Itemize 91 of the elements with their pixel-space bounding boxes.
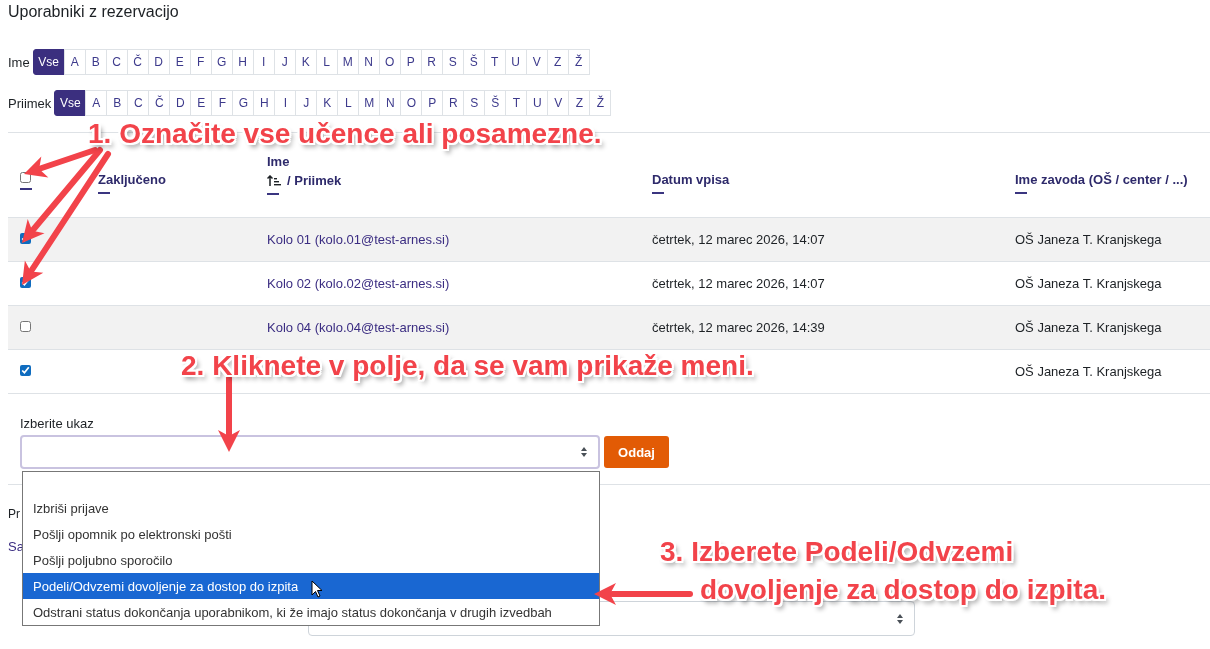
table-cell: četrtek, 12 marec 2026, 14:07 — [652, 232, 825, 247]
select-all-checkbox[interactable] — [20, 171, 31, 183]
table-cell: četrtek, 12 marec 2026, 14:07 — [652, 276, 825, 291]
select-arrows-icon — [896, 612, 904, 625]
letter-filter-button[interactable]: A — [85, 90, 108, 116]
letter-filter-button[interactable]: T — [505, 90, 528, 116]
letter-filter-button[interactable]: Vse — [54, 90, 87, 116]
letter-filter-button[interactable]: E — [168, 49, 191, 75]
letter-filter-button[interactable]: C — [127, 90, 150, 116]
letter-filter-button[interactable]: V — [547, 90, 570, 116]
mouse-cursor-icon — [311, 580, 323, 598]
letter-filter-button[interactable]: G — [210, 49, 233, 75]
letter-filter-button[interactable]: Š — [462, 49, 485, 75]
letter-filter-button[interactable]: I — [252, 49, 275, 75]
letter-filter-button[interactable]: Č — [126, 49, 149, 75]
letter-filter-button[interactable]: O — [378, 49, 401, 75]
letter-filter-button[interactable]: G — [232, 90, 255, 116]
field-label: Izberite ukaz — [20, 416, 94, 431]
letter-filter-button[interactable]: D — [147, 49, 170, 75]
section-heading: Pr — [8, 507, 20, 521]
letter-filter-button[interactable]: K — [294, 49, 317, 75]
letter-filter-button[interactable]: M — [336, 49, 359, 75]
letter-filter-button[interactable]: L — [337, 90, 360, 116]
column-header-link[interactable]: / Priimek — [287, 173, 342, 188]
page-title: Uporabniki z rezervacijo — [8, 2, 179, 22]
letter-filter-button[interactable]: Ž — [567, 49, 590, 75]
letter-filter-button[interactable]: P — [421, 90, 444, 116]
letter-filter-button[interactable]: N — [357, 49, 380, 75]
letter-filter-button[interactable]: C — [105, 49, 128, 75]
column-header-link[interactable]: Ime zavoda (OŠ / center / ...) — [1015, 171, 1188, 187]
letter-filter-button[interactable]: D — [169, 90, 192, 116]
letter-filter-button[interactable]: Ž — [589, 90, 612, 116]
letter-filter-button[interactable]: P — [399, 49, 422, 75]
column-header-link[interactable]: Zaključeno — [98, 171, 166, 187]
letter-filter-button[interactable]: R — [420, 49, 443, 75]
column-header-link[interactable]: Ime — [267, 154, 652, 169]
row-checkbox[interactable] — [20, 365, 31, 376]
letter-filter-button[interactable]: S — [463, 90, 486, 116]
letter-filter-button[interactable]: Z — [568, 90, 591, 116]
submit-button[interactable]: Oddaj — [604, 436, 669, 468]
dropdown-option[interactable]: Pošlji opomnik po elektronski pošti — [23, 521, 599, 547]
letter-filter-button[interactable]: J — [273, 49, 296, 75]
letter-filter-button[interactable]: T — [483, 49, 506, 75]
collapse-icon[interactable] — [267, 192, 279, 196]
letter-filter-button[interactable]: O — [400, 90, 423, 116]
letter-filter-button[interactable]: L — [315, 49, 338, 75]
filter-label: Ime — [8, 54, 30, 70]
annotation-text: 3. Izberete Podeli/Odvzemi — [660, 536, 1014, 568]
letter-filter-button[interactable]: H — [231, 49, 254, 75]
dropdown-option[interactable]: Pošlji poljubno sporočilo — [23, 547, 599, 573]
user-link[interactable]: Kolo 01 (kolo.01@test-arnes.si) — [267, 232, 450, 247]
letter-filter-button[interactable]: J — [295, 90, 318, 116]
row-checkbox[interactable] — [20, 321, 31, 332]
row-checkbox[interactable] — [20, 233, 31, 244]
letter-filter-button[interactable]: F — [211, 90, 234, 116]
dropdown-option[interactable]: Odstrani status dokončanja uporabnikom, ki že imajo status dokončanja v drugih izvedbah — [23, 599, 599, 625]
column-header-link[interactable]: Datum vpisa — [652, 171, 730, 187]
select-arrows-icon — [580, 446, 588, 458]
table-cell: OŠ Janeza T. Kranjskega — [1015, 276, 1162, 291]
user-link[interactable]: Kolo 02 (kolo.02@test-arnes.si) — [267, 276, 450, 291]
annotation-text: 1. Označite vse učence ali posamezne. — [88, 118, 602, 150]
user-link[interactable]: Kolo 04 (kolo.04@test-arnes.si) — [267, 320, 450, 335]
filter-label: Priimek — [8, 95, 52, 111]
letter-filter-button[interactable]: Z — [546, 49, 569, 75]
letter-filter-button[interactable]: I — [274, 90, 297, 116]
letter-filter-button[interactable]: U — [504, 49, 527, 75]
letter-filter-button[interactable]: B — [84, 49, 107, 75]
letter-filter-button[interactable]: H — [253, 90, 276, 116]
table-cell: OŠ Janeza T. Kranjskega — [1015, 320, 1162, 335]
letter-filter-button[interactable]: Š — [484, 90, 507, 116]
letter-filter-button[interactable]: Č — [148, 90, 171, 116]
letter-filter-button[interactable]: N — [379, 90, 402, 116]
row-checkbox[interactable] — [20, 277, 31, 288]
letter-filter-button[interactable]: F — [189, 49, 212, 75]
letter-filter-button[interactable]: E — [190, 90, 213, 116]
dropdown-option[interactable]: Podeli/Odvzemi dovoljenje za dostop do izpita — [23, 573, 599, 599]
table-cell: OŠ Janeza T. Kranjskega — [1015, 232, 1162, 247]
letter-filter-button[interactable]: S — [441, 49, 464, 75]
letter-filter-button[interactable]: M — [358, 90, 381, 116]
table-cell: OŠ Janeza T. Kranjskega — [1015, 364, 1162, 379]
letter-filter-button[interactable]: Vse — [32, 49, 65, 75]
annotation-text: dovoljenje za dostop do izpita. — [700, 574, 1106, 606]
letter-filter-button[interactable]: B — [106, 90, 129, 116]
letter-filter-button[interactable]: K — [316, 90, 339, 116]
letter-filter-button[interactable]: R — [442, 90, 465, 116]
table-cell: četrtek, 12 marec 2026, 14:39 — [652, 320, 825, 335]
letter-filter-button[interactable]: U — [526, 90, 549, 116]
dropdown-option[interactable]: Izbriši prijave — [23, 495, 599, 521]
letter-filter-button[interactable]: A — [63, 49, 86, 75]
letter-filter-button[interactable]: V — [525, 49, 548, 75]
annotation-text: 2. Kliknete v polje, da se vam prikaže meni. — [181, 350, 754, 382]
